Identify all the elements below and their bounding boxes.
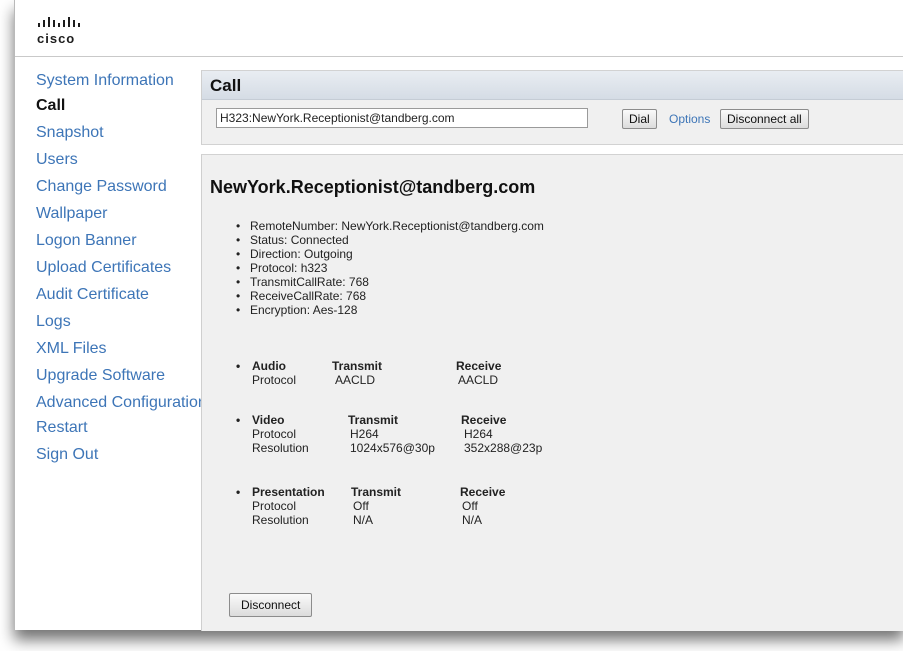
video-title: Video: [252, 413, 285, 427]
dial-input[interactable]: [216, 108, 588, 128]
sidebar-item-snapshot[interactable]: Snapshot: [36, 124, 211, 141]
receive-value: H264: [464, 427, 493, 441]
sidebar-item-audit-certificate[interactable]: Audit Certificate: [36, 286, 211, 303]
presentation-receive-header: Receive: [460, 485, 506, 499]
call-details-list: RemoteNumber: NewYork.Receptionist@tandb…: [236, 219, 544, 317]
list-item: TransmitCallRate: 768: [236, 275, 544, 289]
list-item: Direction: Outgoing: [236, 247, 544, 261]
row-label: Protocol: [252, 499, 297, 513]
sidebar-item-wallpaper[interactable]: Wallpaper: [36, 205, 211, 222]
transmit-value: H264: [350, 427, 379, 441]
video-transmit-header: Transmit: [348, 413, 399, 427]
call-details-panel: NewYork.Receptionist@tandberg.com Remote…: [201, 154, 903, 631]
receive-value: Off: [462, 499, 478, 513]
cisco-bars-icon: [38, 17, 80, 27]
row-label: Resolution: [252, 441, 309, 455]
header: cisco: [15, 0, 903, 57]
sidebar-item-logs[interactable]: Logs: [36, 313, 211, 330]
presentation-title: Presentation: [252, 485, 325, 499]
list-item: Protocol: h323: [236, 261, 544, 275]
sidebar-item-restart[interactable]: Restart: [36, 419, 211, 436]
sidebar-item-xml-files[interactable]: XML Files: [36, 340, 211, 357]
sidebar-item-upgrade-software[interactable]: Upgrade Software: [36, 367, 211, 384]
video-receive-header: Receive: [461, 413, 507, 427]
disconnect-button[interactable]: Disconnect: [229, 593, 313, 617]
bullet-icon: •: [236, 359, 241, 373]
audio-receive-header: Receive: [456, 359, 502, 373]
transmit-value: 1024x576@30p: [350, 441, 435, 455]
receive-value: 352x288@23p: [464, 441, 543, 455]
row-label: Protocol: [252, 427, 297, 441]
dial-button[interactable]: Dial: [622, 109, 657, 129]
sidebar-item-users[interactable]: Users: [36, 151, 211, 168]
transmit-value: Off: [353, 499, 369, 513]
disconnect-all-button[interactable]: Disconnect all: [720, 109, 809, 129]
audio-title: Audio: [252, 359, 286, 373]
sidebar-item-logon-banner[interactable]: Logon Banner: [36, 232, 211, 249]
receive-value: AACLD: [458, 373, 499, 387]
audio-transmit-header: Transmit: [332, 359, 383, 373]
call-panel: Call Dial Options Disconnect all: [201, 70, 903, 145]
sidebar-item-call[interactable]: Call: [36, 97, 211, 114]
call-panel-title-bar: Call: [202, 71, 903, 100]
sidebar-nav: System Information Call Snapshot Users C…: [36, 72, 211, 473]
row-label: Resolution: [252, 513, 309, 527]
sidebar-item-advanced-configuration[interactable]: Advanced Configuration: [36, 394, 211, 411]
transmit-value: N/A: [353, 513, 374, 527]
presentation-transmit-header: Transmit: [351, 485, 402, 499]
receive-value: N/A: [462, 513, 483, 527]
sidebar-item-change-password[interactable]: Change Password: [36, 178, 211, 195]
list-item: Status: Connected: [236, 233, 544, 247]
transmit-value: AACLD: [335, 373, 376, 387]
call-panel-title: Call: [210, 76, 242, 95]
cisco-wordmark: cisco: [37, 31, 76, 46]
call-details-title: NewYork.Receptionist@tandberg.com: [210, 177, 536, 197]
options-link[interactable]: Options: [669, 112, 710, 126]
bullet-icon: •: [236, 485, 241, 499]
row-label: Protocol: [252, 373, 297, 387]
sidebar-item-sign-out[interactable]: Sign Out: [36, 446, 211, 463]
list-item: Encryption: Aes-128: [236, 303, 544, 317]
cisco-logo: cisco: [37, 16, 97, 48]
sidebar-item-system-information[interactable]: System Information: [36, 72, 211, 89]
browser-frame: cisco System Information Call Snapshot U…: [14, 0, 903, 631]
list-item: ReceiveCallRate: 768: [236, 289, 544, 303]
bullet-icon: •: [236, 413, 241, 427]
sidebar-item-upload-certificates[interactable]: Upload Certificates: [36, 259, 211, 276]
list-item: RemoteNumber: NewYork.Receptionist@tandb…: [236, 219, 544, 233]
